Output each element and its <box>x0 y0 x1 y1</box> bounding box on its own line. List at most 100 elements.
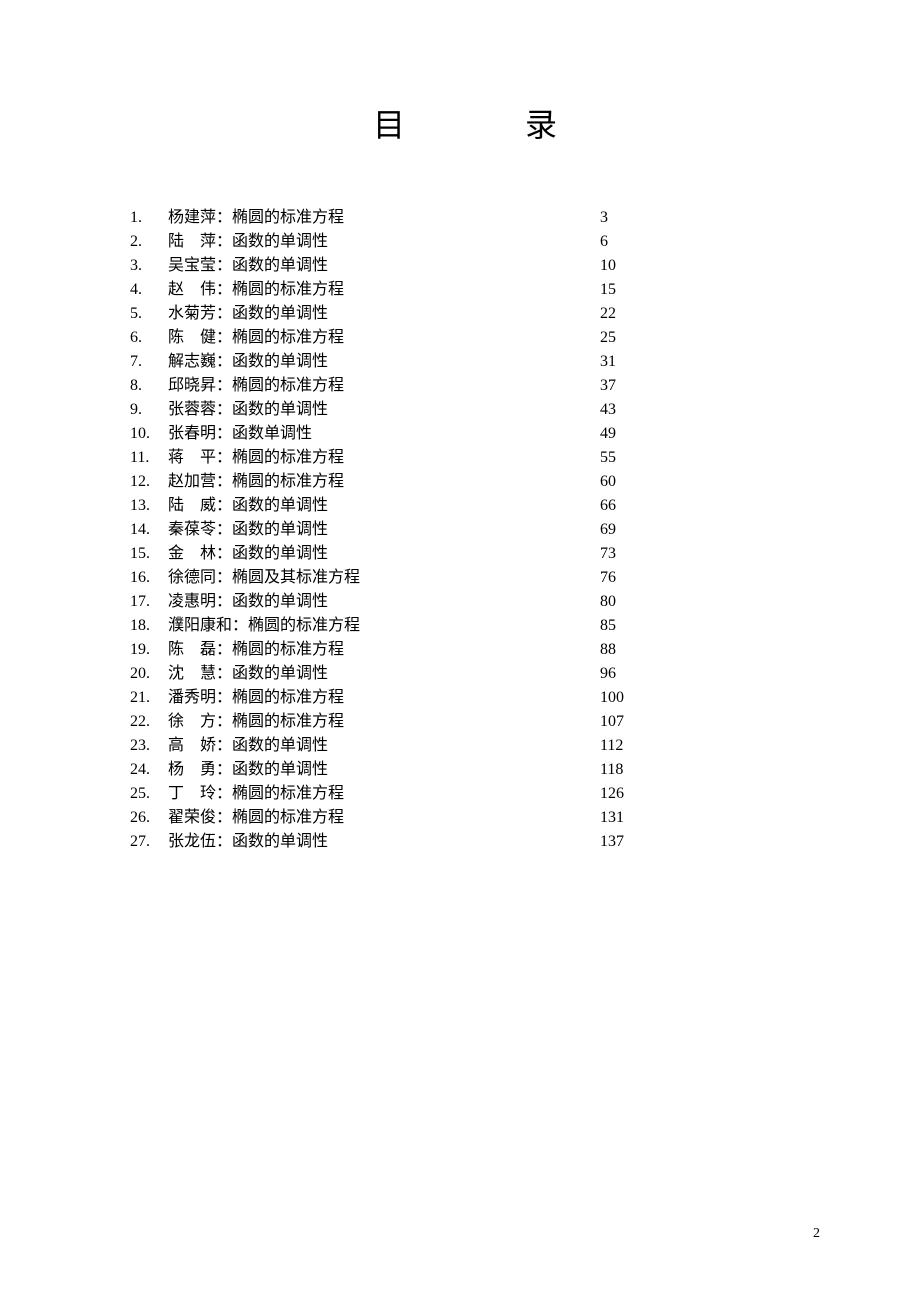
toc-item-page: 10 <box>600 254 800 278</box>
toc-item-topic: 函数的单调性 <box>232 542 328 566</box>
toc-spacer <box>328 542 600 566</box>
toc-item-author: 张龙伍： <box>168 830 232 854</box>
toc-item-topic: 函数的单调性 <box>232 734 328 758</box>
toc-spacer <box>344 278 600 302</box>
toc-item: 11.蒋 平：椭圆的标准方程55 <box>130 446 800 470</box>
toc-item: 1.杨建萍：椭圆的标准方程3 <box>130 206 800 230</box>
toc-item: 12.赵加营：椭圆的标准方程 60 <box>130 470 800 494</box>
toc-item-number: 1. <box>130 206 168 230</box>
toc-item: 17.凌惠明：函数的单调性80 <box>130 590 800 614</box>
toc-item-author: 金 林： <box>168 542 232 566</box>
toc-item-number: 25. <box>130 782 168 806</box>
toc-item-topic: 函数的单调性 <box>232 590 328 614</box>
toc-item: 16.徐德同：椭圆及其标准方程76 <box>130 566 800 590</box>
toc-item-number: 5. <box>130 302 168 326</box>
toc-item-number: 19. <box>130 638 168 662</box>
toc-spacer <box>328 398 600 422</box>
toc-item-topic: 函数的单调性 <box>232 662 328 686</box>
toc-spacer <box>344 686 600 710</box>
toc-item-page: 31 <box>600 350 800 374</box>
toc-spacer <box>328 518 600 542</box>
toc-item: 26.翟荣俊：椭圆的标准方程131 <box>130 806 800 830</box>
toc-item-topic: 椭圆的标准方程 <box>232 278 344 302</box>
toc-item-topic: 椭圆的标准方程 <box>248 614 360 638</box>
toc-item-author: 濮阳康和： <box>168 614 248 638</box>
toc-spacer <box>328 590 600 614</box>
page-number: 2 <box>813 1226 820 1242</box>
toc-item: 7.解志巍：函数的单调性31 <box>130 350 800 374</box>
toc-item-author: 沈 慧： <box>168 662 232 686</box>
toc-item-page: 6 <box>600 230 800 254</box>
toc-item-page: 107 <box>600 710 800 734</box>
toc-item-author: 张春明： <box>168 422 232 446</box>
toc-item-topic: 函数的单调性 <box>232 758 328 782</box>
toc-spacer <box>344 374 600 398</box>
toc-item-page: 131 <box>600 806 800 830</box>
toc-item-topic: 函数的单调性 <box>232 494 328 518</box>
toc-item-number: 12. <box>130 470 168 494</box>
toc-spacer <box>360 566 600 590</box>
toc-item-topic: 椭圆的标准方程 <box>232 374 344 398</box>
toc-item-author: 杨 勇： <box>168 758 232 782</box>
toc-item-author: 潘秀明： <box>168 686 232 710</box>
toc-item: 20.沈 慧：函数的单调性96 <box>130 662 800 686</box>
toc-spacer <box>328 758 600 782</box>
toc-item: 15.金 林：函数的单调性73 <box>130 542 800 566</box>
toc-spacer <box>328 230 600 254</box>
toc-item-number: 13. <box>130 494 168 518</box>
toc-item: 9.张蓉蓉：函数的单调性43 <box>130 398 800 422</box>
toc-spacer <box>328 494 600 518</box>
toc-item-author: 秦葆苓： <box>168 518 232 542</box>
toc-item-number: 15. <box>130 542 168 566</box>
toc-item: 22.徐 方：椭圆的标准方程107 <box>130 710 800 734</box>
toc-item-number: 3. <box>130 254 168 278</box>
toc-spacer <box>328 734 600 758</box>
toc-item-topic: 椭圆的标准方程 <box>232 470 344 494</box>
toc-item-author: 赵 伟： <box>168 278 232 302</box>
toc-item-topic: 椭圆的标准方程 <box>232 638 344 662</box>
toc-item: 21.潘秀明：椭圆的标准方程100 <box>130 686 800 710</box>
toc-item-number: 24. <box>130 758 168 782</box>
toc-item-page: 60 <box>600 470 800 494</box>
toc-item-number: 7. <box>130 350 168 374</box>
toc-item: 3.吴宝莹：函数的单调性10 <box>130 254 800 278</box>
toc-spacer <box>344 806 600 830</box>
toc-item-number: 26. <box>130 806 168 830</box>
toc-item: 14.秦葆苓：函数的单调性69 <box>130 518 800 542</box>
toc-item-topic: 椭圆及其标准方程 <box>232 566 360 590</box>
toc-item-topic: 椭圆的标准方程 <box>232 206 344 230</box>
toc-spacer <box>328 254 600 278</box>
toc-item: 27.张龙伍：函数的单调性137 <box>130 830 800 854</box>
toc-item-number: 11. <box>130 446 168 470</box>
toc-spacer <box>328 302 600 326</box>
toc-item: 6.陈 健：椭圆的标准方程25 <box>130 326 800 350</box>
toc-spacer <box>312 422 600 446</box>
toc-item: 24.杨 勇：函数的单调性118 <box>130 758 800 782</box>
toc-item-page: 3 <box>600 206 800 230</box>
toc-item-page: 49 <box>600 422 800 446</box>
toc-item-author: 吴宝莹： <box>168 254 232 278</box>
toc-spacer <box>344 470 600 494</box>
toc-item-page: 25 <box>600 326 800 350</box>
toc-item-author: 陈 磊： <box>168 638 232 662</box>
toc-item-topic: 函数单调性 <box>232 422 312 446</box>
toc-item-author: 陈 健： <box>168 326 232 350</box>
toc-item-topic: 函数的单调性 <box>232 398 328 422</box>
toc-item-page: 85 <box>600 614 800 638</box>
toc-item-author: 徐德同： <box>168 566 232 590</box>
toc-item-page: 88 <box>600 638 800 662</box>
toc-item-topic: 函数的单调性 <box>232 350 328 374</box>
toc-item-author: 赵加营： <box>168 470 232 494</box>
toc-item-number: 14. <box>130 518 168 542</box>
toc-item-topic: 椭圆的标准方程 <box>232 782 344 806</box>
toc-spacer <box>344 782 600 806</box>
toc-item-author: 翟荣俊： <box>168 806 232 830</box>
toc-item-author: 蒋 平： <box>168 446 232 470</box>
toc-spacer <box>344 638 600 662</box>
toc-item: 18.濮阳康和：椭圆的标准方程85 <box>130 614 800 638</box>
toc-item-page: 76 <box>600 566 800 590</box>
toc-item-topic: 椭圆的标准方程 <box>232 446 344 470</box>
toc-item-page: 66 <box>600 494 800 518</box>
toc-item-number: 4. <box>130 278 168 302</box>
toc-spacer <box>328 350 600 374</box>
